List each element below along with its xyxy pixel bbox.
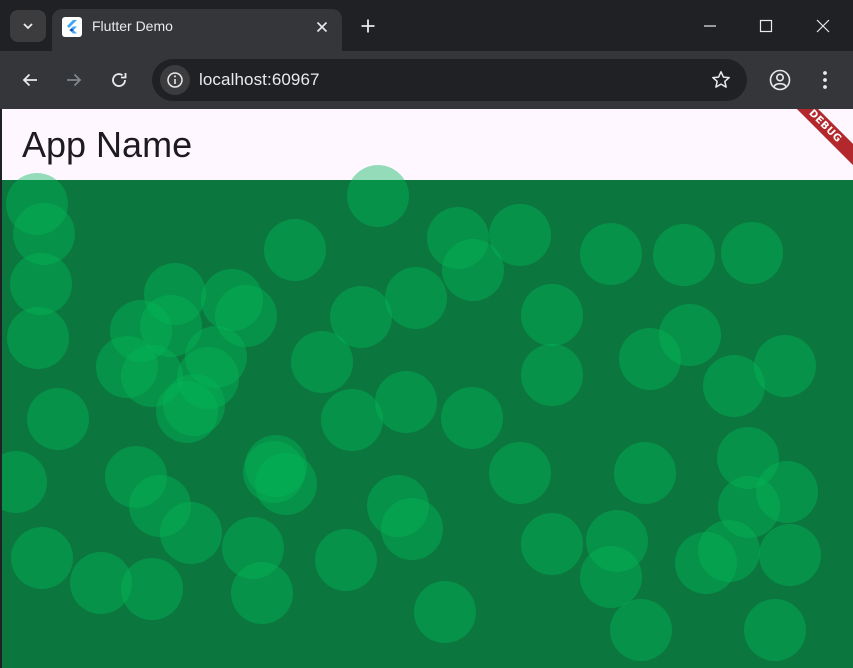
minimize-icon: [704, 25, 716, 27]
bubble: [385, 267, 447, 329]
bubble: [321, 389, 383, 451]
bubble: [521, 284, 583, 346]
bubble: [381, 498, 443, 560]
new-tab-button[interactable]: [354, 12, 382, 40]
flutter-logo-icon: [62, 17, 82, 37]
arrow-right-icon: [67, 73, 82, 87]
bubble: [160, 502, 222, 564]
kebab-menu-icon: [823, 71, 827, 89]
maximize-icon: [759, 19, 773, 33]
bubble: [156, 381, 218, 443]
chevron-down-icon: [23, 23, 33, 30]
browser-toolbar: localhost:60967: [0, 51, 853, 109]
app-title: App Name: [22, 124, 193, 165]
site-info-button[interactable]: [160, 65, 190, 95]
bookmark-button[interactable]: [709, 68, 733, 92]
minimize-button[interactable]: [690, 6, 730, 46]
bubble: [521, 513, 583, 575]
browser-tab-strip: Flutter Demo: [0, 0, 853, 51]
bubble: [442, 239, 504, 301]
close-icon: [816, 19, 830, 33]
bubble: [744, 599, 806, 661]
bubble: [610, 599, 672, 661]
browser-tab[interactable]: Flutter Demo: [52, 9, 342, 51]
star-icon: [712, 71, 730, 88]
menu-button[interactable]: [808, 63, 842, 97]
plus-icon: [361, 19, 375, 33]
window-close-button[interactable]: [803, 6, 843, 46]
bubble: [291, 331, 353, 393]
bubble-canvas[interactable]: [2, 165, 853, 668]
bubble: [614, 442, 676, 504]
bubble: [489, 442, 551, 504]
bubble: [2, 451, 47, 513]
bubble: [675, 532, 737, 594]
maximize-button[interactable]: [746, 6, 786, 46]
bubble: [759, 524, 821, 586]
bubble: [721, 222, 783, 284]
reload-icon: [112, 73, 127, 87]
tab-title: Flutter Demo: [92, 18, 173, 34]
bubble: [11, 527, 73, 589]
bubble: [231, 562, 293, 624]
arrow-left-icon: [22, 73, 37, 87]
bubble: [7, 307, 69, 369]
bubble: [347, 165, 409, 227]
url-text[interactable]: localhost:60967: [199, 70, 320, 90]
bubble: [10, 253, 72, 315]
bubble: [619, 328, 681, 390]
forward-button[interactable]: [57, 63, 91, 97]
back-button[interactable]: [13, 63, 47, 97]
tab-close-button[interactable]: [312, 17, 332, 37]
address-bar[interactable]: localhost:60967: [152, 59, 747, 101]
bubble: [754, 335, 816, 397]
bubble: [315, 529, 377, 591]
bubble: [375, 371, 437, 433]
close-icon: [316, 21, 328, 33]
flutter-app-viewport: App Name DEBUG: [2, 109, 853, 668]
bubble: [580, 223, 642, 285]
bubble: [580, 546, 642, 608]
profile-icon: [769, 69, 791, 91]
bubble: [27, 388, 89, 450]
tab-search-button[interactable]: [10, 10, 46, 42]
bubble: [414, 581, 476, 643]
bubble: [264, 219, 326, 281]
app-bar: App Name: [2, 109, 853, 180]
profile-button[interactable]: [763, 63, 797, 97]
bubble: [521, 344, 583, 406]
bubble: [653, 224, 715, 286]
bubble: [121, 558, 183, 620]
bubble: [255, 453, 317, 515]
bubble: [441, 387, 503, 449]
reload-button[interactable]: [102, 63, 136, 97]
info-icon: [167, 72, 183, 88]
